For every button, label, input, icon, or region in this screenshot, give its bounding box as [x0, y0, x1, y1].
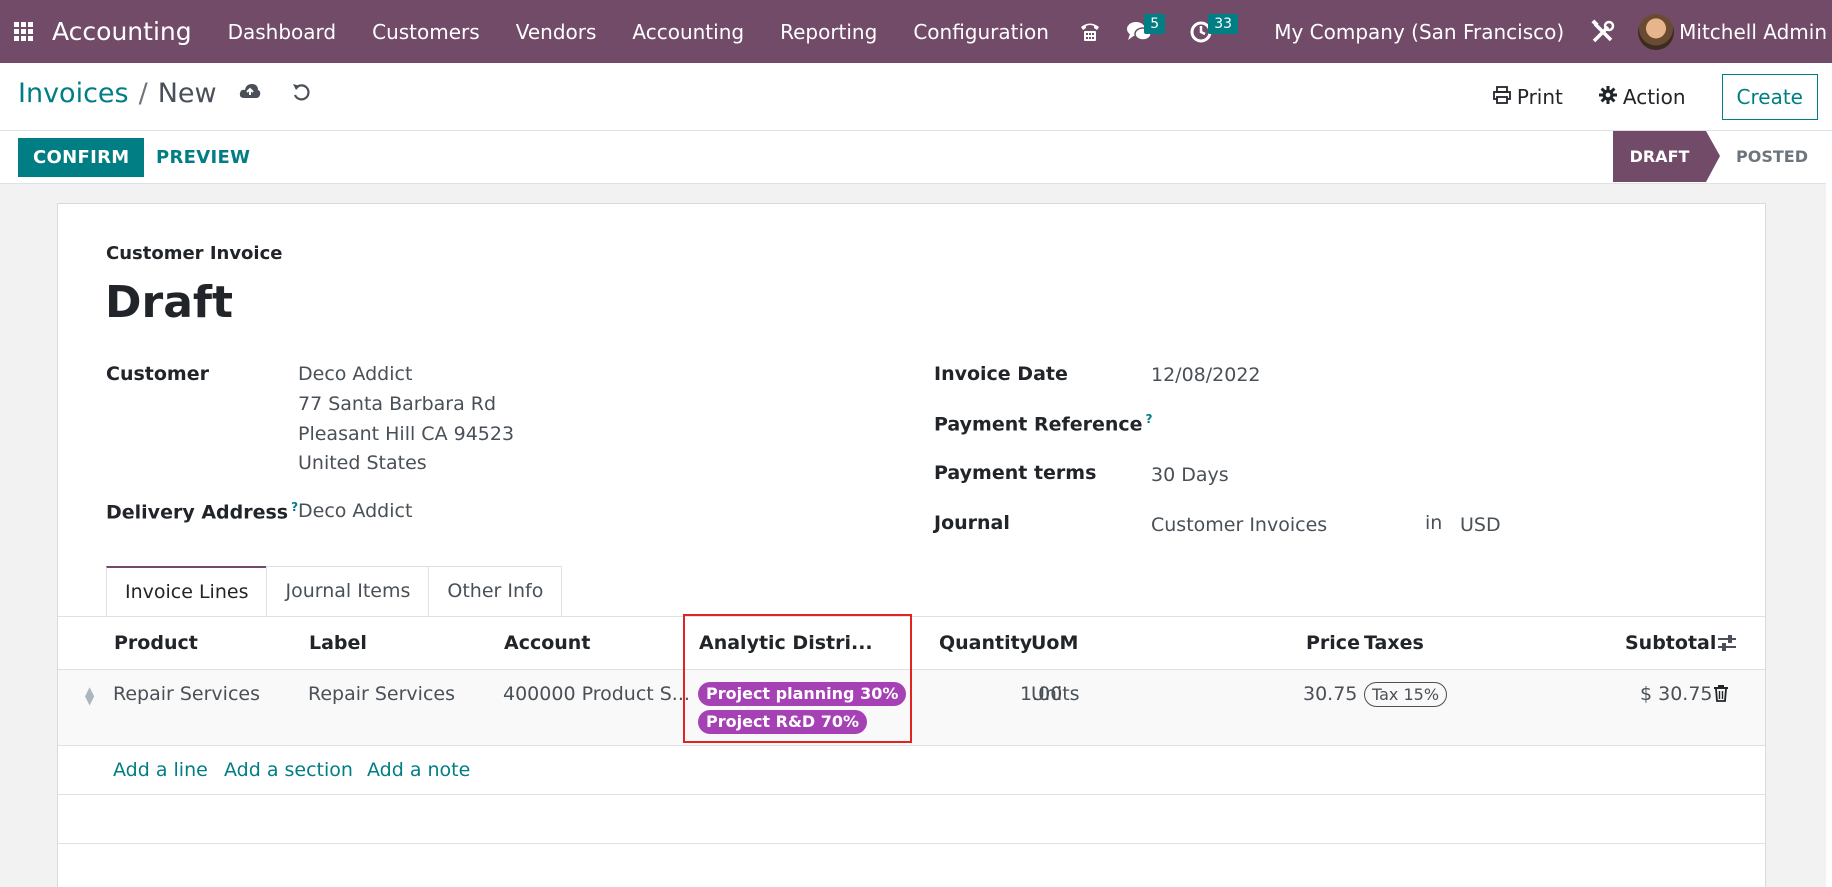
col-taxes[interactable]: Taxes: [1364, 632, 1424, 654]
company-switcher[interactable]: My Company (San Francisco): [1248, 20, 1578, 44]
customer-label: Customer: [106, 363, 209, 385]
scrollbar-track[interactable]: [1826, 131, 1832, 887]
create-button[interactable]: Create: [1721, 74, 1818, 120]
notebook-tabs: Invoice Lines Journal Items Other Info: [106, 566, 563, 617]
breadcrumb: Invoices / New: [18, 78, 311, 109]
col-price[interactable]: Price: [1306, 632, 1360, 654]
app-brand[interactable]: Accounting: [52, 17, 192, 46]
action-label: Action: [1622, 85, 1686, 109]
payment-reference-field[interactable]: [1151, 412, 1451, 436]
menu-vendors[interactable]: Vendors: [498, 0, 615, 63]
menu-accounting[interactable]: Accounting: [614, 0, 762, 63]
delivery-address-label: Delivery Address?: [106, 500, 299, 524]
payment-terms-field[interactable]: 30 Days: [1151, 464, 1229, 486]
col-uom[interactable]: UoM: [1031, 632, 1078, 654]
messages-icon[interactable]: 5: [1114, 0, 1178, 63]
empty-row: [58, 795, 1765, 844]
row-price[interactable]: 30.75: [1303, 683, 1357, 705]
trash-icon[interactable]: [1713, 684, 1729, 707]
top-navbar: Accounting Dashboard Customers Vendors A…: [0, 0, 1832, 63]
col-account[interactable]: Account: [504, 632, 590, 654]
save-cloud-icon[interactable]: [239, 81, 261, 106]
breadcrumb-current: New: [157, 78, 217, 109]
customer-name[interactable]: Deco Addict: [298, 363, 412, 385]
customer-country: United States: [298, 452, 427, 474]
payment-terms-label: Payment terms: [934, 462, 1097, 484]
row-label[interactable]: Repair Services: [308, 683, 455, 705]
invoice-form-sheet: Customer Invoice Draft Customer Deco Add…: [57, 203, 1766, 887]
breadcrumb-invoices[interactable]: Invoices: [18, 78, 129, 109]
journal-in-text: in: [1425, 512, 1443, 534]
payment-reference-label: Payment Reference?: [934, 412, 1153, 436]
menu-customers[interactable]: Customers: [354, 0, 498, 63]
add-note-link[interactable]: Add a note: [367, 759, 470, 781]
tax-tag[interactable]: Tax 15%: [1364, 682, 1448, 707]
print-icon: [1492, 85, 1511, 109]
row-account[interactable]: 400000 Product S...: [503, 683, 690, 705]
currency-field[interactable]: USD: [1460, 514, 1501, 536]
action-button[interactable]: Action: [1598, 85, 1686, 109]
move-type-label: Customer Invoice: [106, 243, 283, 264]
add-line-link[interactable]: Add a line: [113, 759, 208, 781]
menu-configuration[interactable]: Configuration: [895, 0, 1067, 63]
activities-badge: 33: [1208, 14, 1239, 34]
app-menu-icon[interactable]: [1, 0, 45, 63]
add-section-link[interactable]: Add a section: [224, 759, 353, 781]
gear-icon: [1598, 85, 1617, 109]
journal-field[interactable]: Customer Invoices: [1151, 514, 1327, 536]
delivery-address-value[interactable]: Deco Addict: [298, 500, 412, 522]
add-line-row: Add a line Add a section Add a note: [58, 746, 1765, 795]
row-uom[interactable]: Units: [1031, 683, 1080, 705]
activity-clock-icon[interactable]: 33: [1178, 0, 1248, 63]
debug-tools-icon[interactable]: [1578, 0, 1628, 63]
stage-posted[interactable]: POSTED: [1736, 131, 1808, 182]
preview-button[interactable]: PREVIEW: [156, 147, 250, 168]
row-subtotal: $ 30.75: [1640, 683, 1713, 705]
col-product[interactable]: Product: [114, 632, 198, 654]
invoice-date-field[interactable]: 12/08/2022: [1151, 364, 1261, 386]
phone-icon[interactable]: [1066, 0, 1114, 63]
status-bar: CONFIRM PREVIEW DRAFT POSTED: [0, 131, 1832, 184]
optional-columns-icon[interactable]: [1717, 634, 1737, 657]
col-label[interactable]: Label: [309, 632, 367, 654]
invoice-title: Draft: [105, 277, 234, 328]
tab-other-info[interactable]: Other Info: [428, 566, 563, 617]
tab-invoice-lines[interactable]: Invoice Lines: [106, 566, 268, 617]
row-drag-handle-icon[interactable]: ▲ ▼: [85, 685, 94, 706]
row-product[interactable]: Repair Services: [113, 683, 260, 705]
print-label: Print: [1516, 85, 1563, 109]
col-quantity[interactable]: Quantity: [939, 632, 1032, 654]
analytic-highlight-box: [683, 614, 912, 743]
customer-street: 77 Santa Barbara Rd: [298, 393, 497, 415]
user-name[interactable]: Mitchell Admin: [1679, 20, 1827, 44]
discard-undo-icon[interactable]: [291, 80, 311, 108]
stage-arrow: [1706, 131, 1720, 182]
control-panel: Invoices / New Print Action Create: [0, 63, 1832, 131]
print-button[interactable]: Print: [1492, 85, 1563, 109]
col-subtotal[interactable]: Subtotal: [1625, 632, 1716, 654]
customer-city: Pleasant Hill CA 94523: [298, 423, 515, 445]
menu-reporting[interactable]: Reporting: [762, 0, 895, 63]
menu-dashboard[interactable]: Dashboard: [210, 0, 355, 63]
user-avatar[interactable]: [1638, 13, 1675, 50]
stage-draft[interactable]: DRAFT: [1613, 131, 1706, 182]
breadcrumb-separator: /: [138, 78, 148, 109]
journal-label: Journal: [934, 512, 1010, 534]
invoice-date-label: Invoice Date: [934, 363, 1068, 385]
confirm-button[interactable]: CONFIRM: [18, 138, 145, 177]
messages-badge: 5: [1144, 14, 1166, 34]
tab-journal-items[interactable]: Journal Items: [266, 566, 430, 617]
